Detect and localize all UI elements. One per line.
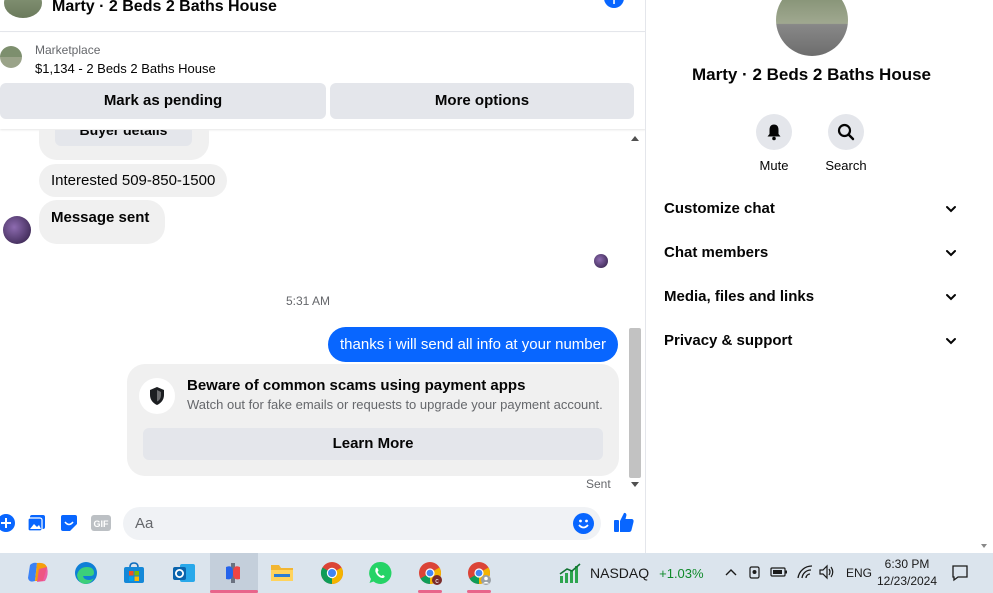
stock-widget[interactable]: NASDAQ +1.03% [558,561,704,585]
volume-icon[interactable] [818,564,836,583]
info-icon[interactable]: i [604,0,624,8]
language-indicator[interactable]: ENG [846,566,872,580]
clock-date: 12/23/2024 [876,574,938,588]
incoming-message: Message sent [39,200,166,244]
stock-change: +1.03% [659,565,704,581]
marketplace-label: Marketplace [35,43,101,57]
outgoing-message: thanks i will send all info at your numb… [328,327,618,362]
file-explorer-icon[interactable] [258,553,306,593]
chrome-icon[interactable] [308,553,356,593]
scroll-up-arrow-icon[interactable] [631,136,639,141]
sticker-icon[interactable] [59,513,79,533]
scrollbar-thumb[interactable] [629,328,641,478]
learn-more-button[interactable]: Learn More [143,428,603,460]
battery-icon[interactable] [770,565,788,582]
section-label: Media, files and links [664,288,815,305]
listing-thumbnail[interactable] [0,46,22,68]
listing-price-title[interactable]: $1,134 - 2 Beds 2 Baths House [35,61,216,76]
chevron-down-icon [946,338,956,345]
conversation-info-panel: Marty · 2 Beds 2 Baths House Mute Search… [647,0,976,553]
photo-icon[interactable] [27,513,47,533]
copilot-icon[interactable] [14,553,62,593]
emoji-icon[interactable] [573,513,594,534]
mute-action[interactable]: Mute [744,114,804,173]
search-label: Search [825,158,867,173]
more-options-button[interactable]: More options [330,83,634,119]
privacy-support-section[interactable]: Privacy & support [664,331,960,371]
whatsapp-icon[interactable] [356,553,404,593]
message-timestamp: 5:31 AM [285,294,331,308]
chevron-down-icon [946,250,956,257]
message-input[interactable] [135,507,555,540]
message-scrollbar[interactable] [627,130,643,493]
chevron-down-icon [946,206,956,213]
chevron-down-icon [946,294,956,301]
mute-label: Mute [759,158,789,173]
edge-icon[interactable] [62,553,110,593]
gif-label: GIF [94,519,110,529]
outlook-icon[interactable] [160,553,208,593]
search-icon[interactable] [828,114,864,150]
read-receipt-avatar [594,254,608,268]
message-composer: GIF [0,500,645,548]
sender-avatar[interactable] [3,216,31,244]
page-scrollbar[interactable] [976,0,993,553]
contact-avatar[interactable] [4,0,42,18]
search-action[interactable]: Search [816,114,876,173]
marketplace-listing-bar: Marketplace $1,134 - 2 Beds 2 Baths Hous… [0,33,645,129]
scroll-down-arrow-icon[interactable] [981,544,987,548]
mark-as-pending-button[interactable]: Mark as pending [0,83,326,119]
conversation-avatar[interactable] [776,0,848,56]
customize-chat-section[interactable]: Customize chat [664,199,960,239]
bell-icon[interactable] [756,114,792,150]
chevron-up-icon[interactable] [724,566,738,583]
message-input-box[interactable] [123,507,601,540]
chat-header: Marty · 2 Beds 2 Baths House i [0,0,645,32]
stock-name: NASDAQ [590,565,650,581]
microsoft-store-icon[interactable] [110,553,158,593]
message-list: Buyer details Interested 509-850-1500 Me… [0,130,626,496]
stock-chart-icon [559,563,581,583]
wifi-icon[interactable] [796,564,814,583]
chat-title[interactable]: Marty · 2 Beds 2 Baths House [52,0,277,16]
shield-icon [139,378,175,414]
windows-taskbar: c NASDAQ +1.03% ENG 6:30 PM 12/23/2024 [0,553,993,593]
chrome-profile-c-icon[interactable]: c [406,553,454,593]
conversation-title: Marty · 2 Beds 2 Baths House [691,65,931,84]
scroll-down-arrow-icon[interactable] [631,482,639,487]
sandbox-app-icon[interactable] [210,553,258,593]
incoming-message: Interested 509-850-1500 [39,164,228,197]
section-label: Customize chat [664,200,775,217]
warning-subtitle: Watch out for fake emails or requests to… [187,397,603,412]
buyer-details-button[interactable]: Buyer details [55,130,192,146]
section-label: Chat members [664,244,769,261]
clock-time: 6:30 PM [884,557,930,571]
plus-icon[interactable] [0,513,16,533]
system-clock[interactable]: 6:30 PM 12/23/2024 [872,556,942,590]
chat-members-section[interactable]: Chat members [664,243,960,283]
svg-text:c: c [435,578,439,585]
meet-now-icon[interactable] [747,564,763,583]
media-files-links-section[interactable]: Media, files and links [664,287,960,327]
gif-icon[interactable]: GIF [90,513,112,533]
notification-icon[interactable] [951,564,969,585]
thumbs-up-icon[interactable] [613,511,635,533]
section-label: Privacy & support [664,332,793,349]
sent-status: Sent [586,477,611,491]
chat-panel: Marty · 2 Beds 2 Baths House i Marketpla… [0,0,646,553]
warning-title: Beware of common scams using payment app… [187,377,526,394]
chrome-profile-user-icon[interactable] [455,553,503,593]
scam-warning-card: Beware of common scams using payment app… [127,364,619,476]
